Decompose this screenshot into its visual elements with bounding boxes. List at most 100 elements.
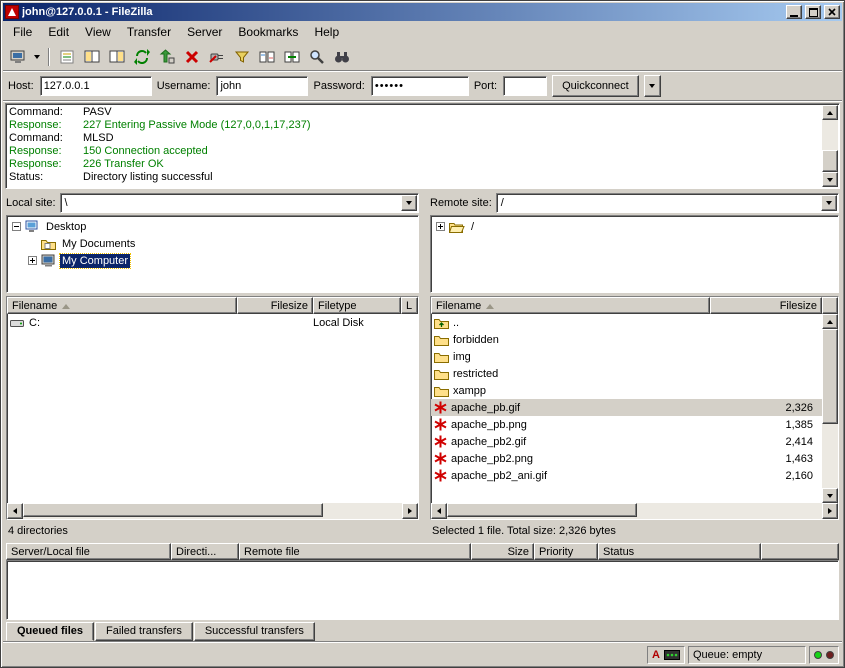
title-bar[interactable]: john@127.0.0.1 - FileZilla — [3, 3, 842, 21]
menu-transfer[interactable]: Transfer — [119, 22, 179, 42]
file-row[interactable]: forbidden — [431, 331, 822, 348]
file-row[interactable]: apache_pb2.gif 2,414 — [431, 433, 822, 450]
local-tree-icon — [84, 49, 100, 65]
synchronized-browsing-button[interactable] — [280, 46, 304, 68]
find-files-button[interactable] — [330, 46, 354, 68]
menu-view[interactable]: View — [77, 22, 119, 42]
tree-item-my-documents[interactable]: My Documents — [7, 235, 418, 252]
site-manager-button[interactable] — [6, 46, 30, 68]
host-input[interactable] — [40, 76, 152, 96]
queue-column-remote-file[interactable]: Remote file — [239, 543, 471, 560]
remote-site-combobox[interactable]: / — [496, 193, 839, 213]
desktop-icon — [25, 220, 40, 233]
remote-site-dropdown-button[interactable] — [821, 195, 837, 211]
scroll-left-button[interactable] — [431, 503, 447, 519]
toggle-local-tree-button[interactable] — [80, 46, 104, 68]
arrow-down-icon — [827, 178, 833, 185]
disconnect-button[interactable] — [205, 46, 229, 68]
quickconnect-button[interactable]: Quickconnect — [552, 75, 639, 97]
queue-body[interactable] — [6, 560, 839, 620]
queue-column-size[interactable]: Size — [471, 543, 534, 560]
scroll-down-button[interactable] — [822, 488, 838, 503]
password-input[interactable] — [371, 76, 469, 96]
toggle-message-log-button[interactable] — [55, 46, 79, 68]
toggle-remote-tree-button[interactable] — [105, 46, 129, 68]
file-row[interactable]: .. — [431, 314, 822, 331]
port-input[interactable] — [503, 76, 547, 96]
queue-header: Server/Local file Directi... Remote file… — [6, 543, 839, 560]
column-header-filesize[interactable]: Filesize — [237, 297, 313, 314]
remote-horizontal-scrollbar[interactable] — [431, 503, 838, 519]
close-button[interactable] — [824, 5, 840, 19]
file-row[interactable]: apache_pb2_ani.gif 2,160 — [431, 467, 822, 484]
open-folder-icon — [449, 221, 465, 233]
scroll-up-button[interactable] — [822, 314, 838, 329]
directory-comparison-button[interactable] — [255, 46, 279, 68]
file-row[interactable]: apache_pb.png 1,385 — [431, 416, 822, 433]
tree-item-label[interactable]: My Computer — [60, 254, 130, 268]
menu-file[interactable]: File — [5, 22, 40, 42]
scrollbar-thumb[interactable] — [447, 503, 637, 517]
tab-queued-files[interactable]: Queued files — [6, 622, 94, 641]
refresh-icon — [134, 49, 150, 65]
scrollbar-track[interactable] — [822, 120, 838, 172]
column-header-filename[interactable]: Filename — [431, 297, 710, 314]
cancel-button[interactable] — [180, 46, 204, 68]
file-row[interactable]: apache_pb2.png 1,463 — [431, 450, 822, 467]
menu-help[interactable]: Help — [306, 22, 347, 42]
refresh-button[interactable] — [130, 46, 154, 68]
binoculars-icon — [334, 49, 350, 65]
log-vertical-scrollbar[interactable] — [822, 105, 838, 187]
scrollbar-track[interactable] — [822, 329, 838, 488]
remote-vertical-scrollbar[interactable] — [822, 314, 838, 503]
scrollbar-track[interactable] — [447, 503, 822, 519]
expand-icon[interactable] — [436, 222, 445, 231]
tree-item-my-computer[interactable]: My Computer — [7, 252, 418, 269]
scroll-right-button[interactable] — [822, 503, 838, 519]
queue-column-server-local-file[interactable]: Server/Local file — [6, 543, 171, 560]
menu-server[interactable]: Server — [179, 22, 230, 42]
column-header-lastmodified[interactable]: L — [401, 297, 418, 314]
column-header-filetype[interactable]: Filetype — [313, 297, 401, 314]
file-row[interactable]: xampp — [431, 382, 822, 399]
scroll-left-button[interactable] — [7, 503, 23, 519]
queue-column-direction[interactable]: Directi... — [171, 543, 239, 560]
process-queue-button[interactable] — [155, 46, 179, 68]
queue-column-status[interactable]: Status — [598, 543, 761, 560]
search-button[interactable] — [305, 46, 329, 68]
local-site-combobox[interactable]: \ — [60, 193, 419, 213]
menu-bookmarks[interactable]: Bookmarks — [230, 22, 306, 42]
tree-item-label[interactable]: My Documents — [60, 237, 137, 251]
username-input[interactable] — [216, 76, 308, 96]
scrollbar-track[interactable] — [23, 503, 402, 519]
tree-item-label[interactable]: / — [469, 220, 476, 234]
queue-column-priority[interactable]: Priority — [534, 543, 598, 560]
column-header-filename[interactable]: Filename — [7, 297, 237, 314]
quickconnect-dropdown-button[interactable] — [644, 75, 661, 97]
scrollbar-thumb[interactable] — [23, 503, 323, 517]
file-row-selected[interactable]: apache_pb.gif 2,326 — [431, 399, 822, 416]
column-header-filesize[interactable]: Filesize — [710, 297, 822, 314]
collapse-icon[interactable] — [12, 222, 21, 231]
file-row-c-drive[interactable]: C: Local Disk — [7, 314, 418, 331]
menu-edit[interactable]: Edit — [40, 22, 77, 42]
file-row[interactable]: restricted — [431, 365, 822, 382]
tree-item-label[interactable]: Desktop — [44, 220, 88, 234]
tree-item-root[interactable]: / — [431, 218, 838, 235]
tab-successful-transfers[interactable]: Successful transfers — [194, 622, 315, 641]
local-site-dropdown-button[interactable] — [401, 195, 417, 211]
expand-icon[interactable] — [28, 256, 37, 265]
tree-item-desktop[interactable]: Desktop — [7, 218, 418, 235]
scrollbar-thumb[interactable] — [822, 150, 838, 172]
tab-failed-transfers[interactable]: Failed transfers — [95, 622, 193, 641]
scroll-down-button[interactable] — [822, 172, 838, 187]
scrollbar-thumb[interactable] — [822, 329, 838, 424]
local-horizontal-scrollbar[interactable] — [7, 503, 418, 519]
scroll-up-button[interactable] — [822, 105, 838, 120]
site-manager-dropdown-button[interactable] — [31, 46, 43, 68]
filter-button[interactable] — [230, 46, 254, 68]
maximize-button[interactable] — [805, 5, 821, 19]
minimize-button[interactable] — [786, 5, 802, 19]
file-row[interactable]: img — [431, 348, 822, 365]
scroll-right-button[interactable] — [402, 503, 418, 519]
